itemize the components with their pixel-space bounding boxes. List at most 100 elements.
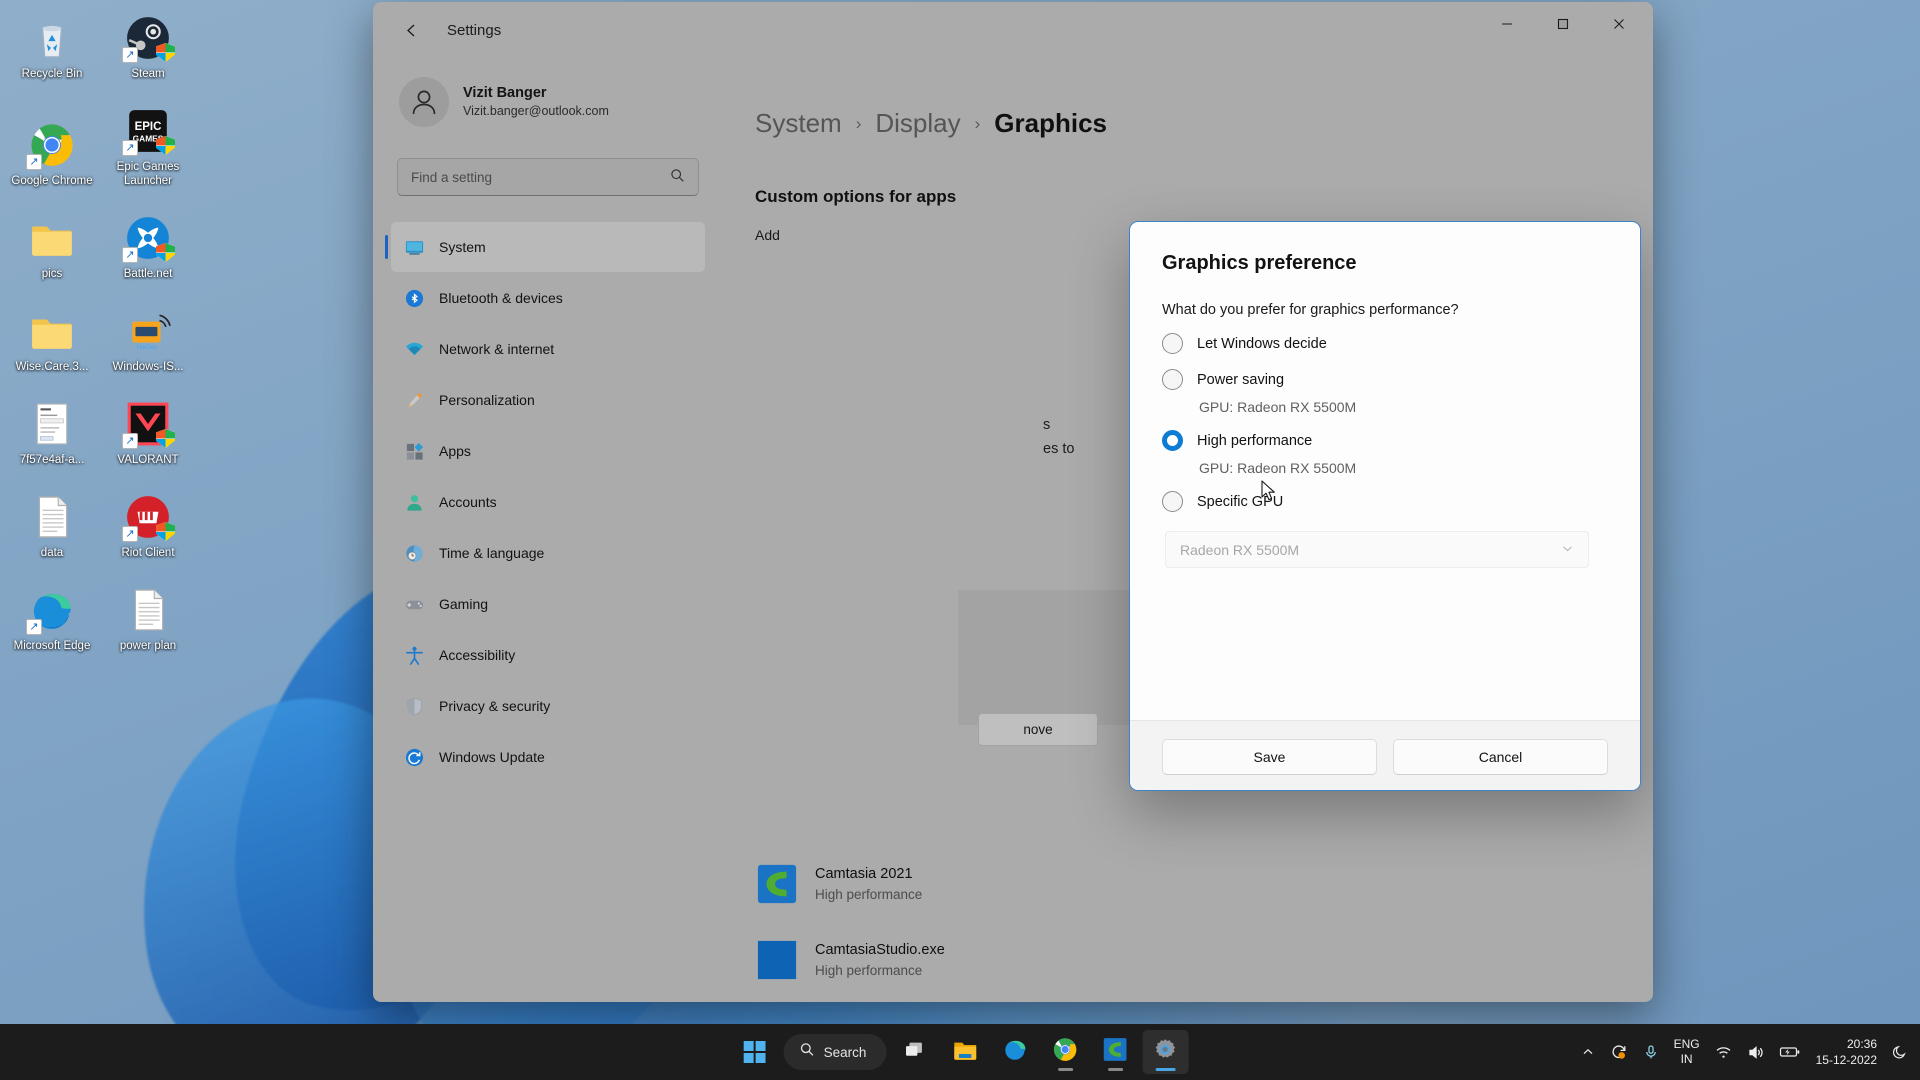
gpu-select-dropdown[interactable]: Radeon RX 5500M [1165, 531, 1589, 568]
desktop-icon-epic-games-launcher[interactable]: EPIC GAMES ↗ Epic Games Launcher [100, 99, 196, 188]
cancel-button[interactable]: Cancel [1393, 738, 1608, 775]
desktop-icon-label: pics [41, 268, 63, 280]
onedrive-sync-icon[interactable] [1610, 1043, 1628, 1061]
desktop-icon-windows-is[interactable]: HeiDoc Windows-IS... [100, 299, 196, 374]
desktop-icon-pics[interactable]: pics [4, 206, 100, 281]
sidebar-item-personalization[interactable]: Personalization [391, 375, 705, 425]
sidebar-item-apps[interactable]: Apps [391, 426, 705, 476]
sidebar-item-accounts[interactable]: Accounts [391, 477, 705, 527]
sidebar-item-bluetooth-devices[interactable]: Bluetooth & devices [391, 273, 705, 323]
desktop-icon-battle-net[interactable]: ↗ Battle.net [100, 206, 196, 281]
desktop-icon-7f57e4af-a[interactable]: 7f57e4af-a... [4, 392, 100, 467]
desktop-icon-wise-care-3[interactable]: Wise.Care.3... [4, 299, 100, 374]
sidebar-item-label: Network & internet [439, 341, 555, 357]
shortcut-arrow-icon: ↗ [26, 619, 42, 635]
desktop-icon-data[interactable]: data [4, 485, 100, 560]
edge-icon: ↗ [26, 586, 76, 635]
breadcrumb-item-system[interactable]: System [755, 108, 842, 139]
sidebar-item-privacy-security[interactable]: Privacy & security [391, 681, 705, 731]
dialog-title: Graphics preference [1162, 252, 1357, 274]
avatar [399, 77, 449, 127]
remove-button[interactable]: nove [978, 713, 1098, 746]
sidebar-item-time-language[interactable]: Time & language [391, 528, 705, 578]
volume-icon[interactable] [1747, 1044, 1764, 1061]
desktop-icon-label: Battle.net [123, 268, 173, 280]
sidebar-item-network-internet[interactable]: Network & internet [391, 324, 705, 374]
svg-text:HeiDoc: HeiDoc [137, 344, 158, 351]
document-preview-icon [28, 400, 76, 448]
wifi-icon[interactable] [1715, 1044, 1732, 1061]
graphics-preference-radio-group: Let Windows decide Power saving GPU: Radeo… [1162, 333, 1608, 512]
taskbar-microsoft-edge[interactable] [992, 1030, 1038, 1074]
radio-button[interactable] [1162, 491, 1183, 512]
desktop-icon-label: Epic Games Launcher [116, 161, 180, 187]
riot-client-icon: ↗ [122, 493, 175, 542]
desktop-icon-riot-client[interactable]: ↗ Riot Client [100, 485, 196, 560]
save-button[interactable]: Save [1162, 738, 1377, 775]
taskbar-google-chrome[interactable] [1042, 1030, 1088, 1074]
app-list-item[interactable]: CamtasiaStudio.exe High performance [755, 922, 1613, 998]
app-list-item[interactable]: Camtasia 2021 High performance [755, 846, 1613, 922]
taskbar-camtasia[interactable] [1092, 1030, 1138, 1074]
steam-icon: ↗ [122, 14, 175, 63]
wifi-icon [403, 338, 425, 360]
clock-date: 15-12-2022 [1815, 1053, 1877, 1067]
radio-option-high-performance[interactable]: High performance [1162, 430, 1608, 451]
desktop-icon-valorant[interactable]: ↗ VALORANT [100, 392, 196, 467]
desktop-icon-steam[interactable]: ↗ Steam [100, 6, 196, 81]
radio-option-power-saving[interactable]: Power saving [1162, 369, 1608, 390]
shortcut-arrow-icon: ↗ [122, 526, 138, 542]
clock-globe-icon [403, 542, 425, 564]
desktop-icon-recycle-bin[interactable]: Recycle Bin [4, 6, 100, 81]
breadcrumb-item-display[interactable]: Display [875, 108, 960, 139]
back-button[interactable] [391, 13, 431, 47]
desktop-icon-google-chrome[interactable]: ↗ Google Chrome [4, 113, 100, 188]
app-name: Camtasia 2021 [815, 865, 913, 882]
sidebar-item-system[interactable]: System [385, 222, 705, 272]
apps-icon [403, 440, 425, 462]
radio-button[interactable] [1162, 369, 1183, 390]
update-icon [403, 746, 425, 768]
sidebar-item-accessibility[interactable]: Accessibility [391, 630, 705, 680]
maximize-button[interactable] [1535, 4, 1591, 44]
account-icon [403, 491, 425, 513]
desktop-icon-label: Riot Client [121, 547, 175, 559]
desktop-icon-label: data [40, 547, 64, 559]
radio-button[interactable] [1162, 430, 1183, 451]
microphone-icon[interactable] [1643, 1044, 1659, 1060]
window-title: Settings [447, 21, 502, 39]
taskbar-task-view[interactable] [892, 1030, 938, 1074]
epic-games-icon: EPIC GAMES ↗ [122, 107, 175, 156]
taskbar-settings[interactable] [1142, 1030, 1189, 1074]
search-box[interactable] [397, 158, 699, 196]
taskbar-file-explorer[interactable] [942, 1030, 988, 1074]
dialog-question: What do you prefer for graphics performa… [1162, 302, 1459, 318]
text-file-icon [124, 586, 172, 634]
sidebar-nav: System Bluetooth & devices Network & inter… [385, 222, 707, 782]
sidebar-item-label: System [439, 239, 486, 255]
battery-charging-icon[interactable] [1779, 1044, 1801, 1060]
radio-option-let-windows-decide[interactable]: Let Windows decide [1162, 333, 1608, 354]
taskbar-buttons [892, 1030, 1189, 1074]
desktop-icon-power-plan[interactable]: power plan [100, 578, 196, 653]
battlenet-icon: ↗ [122, 214, 175, 263]
dialog-footer: Save Cancel [1130, 720, 1640, 790]
desktop-icon-microsoft-edge[interactable]: ↗ Microsoft Edge [4, 578, 100, 653]
start-button[interactable] [732, 1030, 778, 1074]
tray-chevron-up-icon[interactable] [1581, 1045, 1595, 1059]
app-list-item[interactable]: GPU-Z - Video card Information UtilityLe… [755, 998, 1613, 1002]
minimize-button[interactable] [1479, 4, 1535, 44]
search-input[interactable] [411, 169, 670, 185]
user-profile[interactable]: Vizit Banger Vizit.banger@outlook.com [389, 58, 707, 136]
radio-button[interactable] [1162, 333, 1183, 354]
close-button[interactable] [1591, 4, 1647, 44]
taskbar-search[interactable]: Search [783, 1034, 887, 1070]
sidebar-item-gaming[interactable]: Gaming [391, 579, 705, 629]
radio-option-specific-gpu[interactable]: Specific GPU [1162, 491, 1608, 512]
moon-icon[interactable] [1892, 1044, 1908, 1060]
sidebar-item-windows-update[interactable]: Windows Update [391, 732, 705, 782]
language-indicator[interactable]: ENG IN [1674, 1037, 1700, 1067]
clock[interactable]: 20:36 15-12-2022 [1816, 1036, 1877, 1068]
gpu-subtext: GPU: Radeon RX 5500M [1199, 399, 1357, 415]
taskbar-running-indicator [1155, 1068, 1176, 1071]
